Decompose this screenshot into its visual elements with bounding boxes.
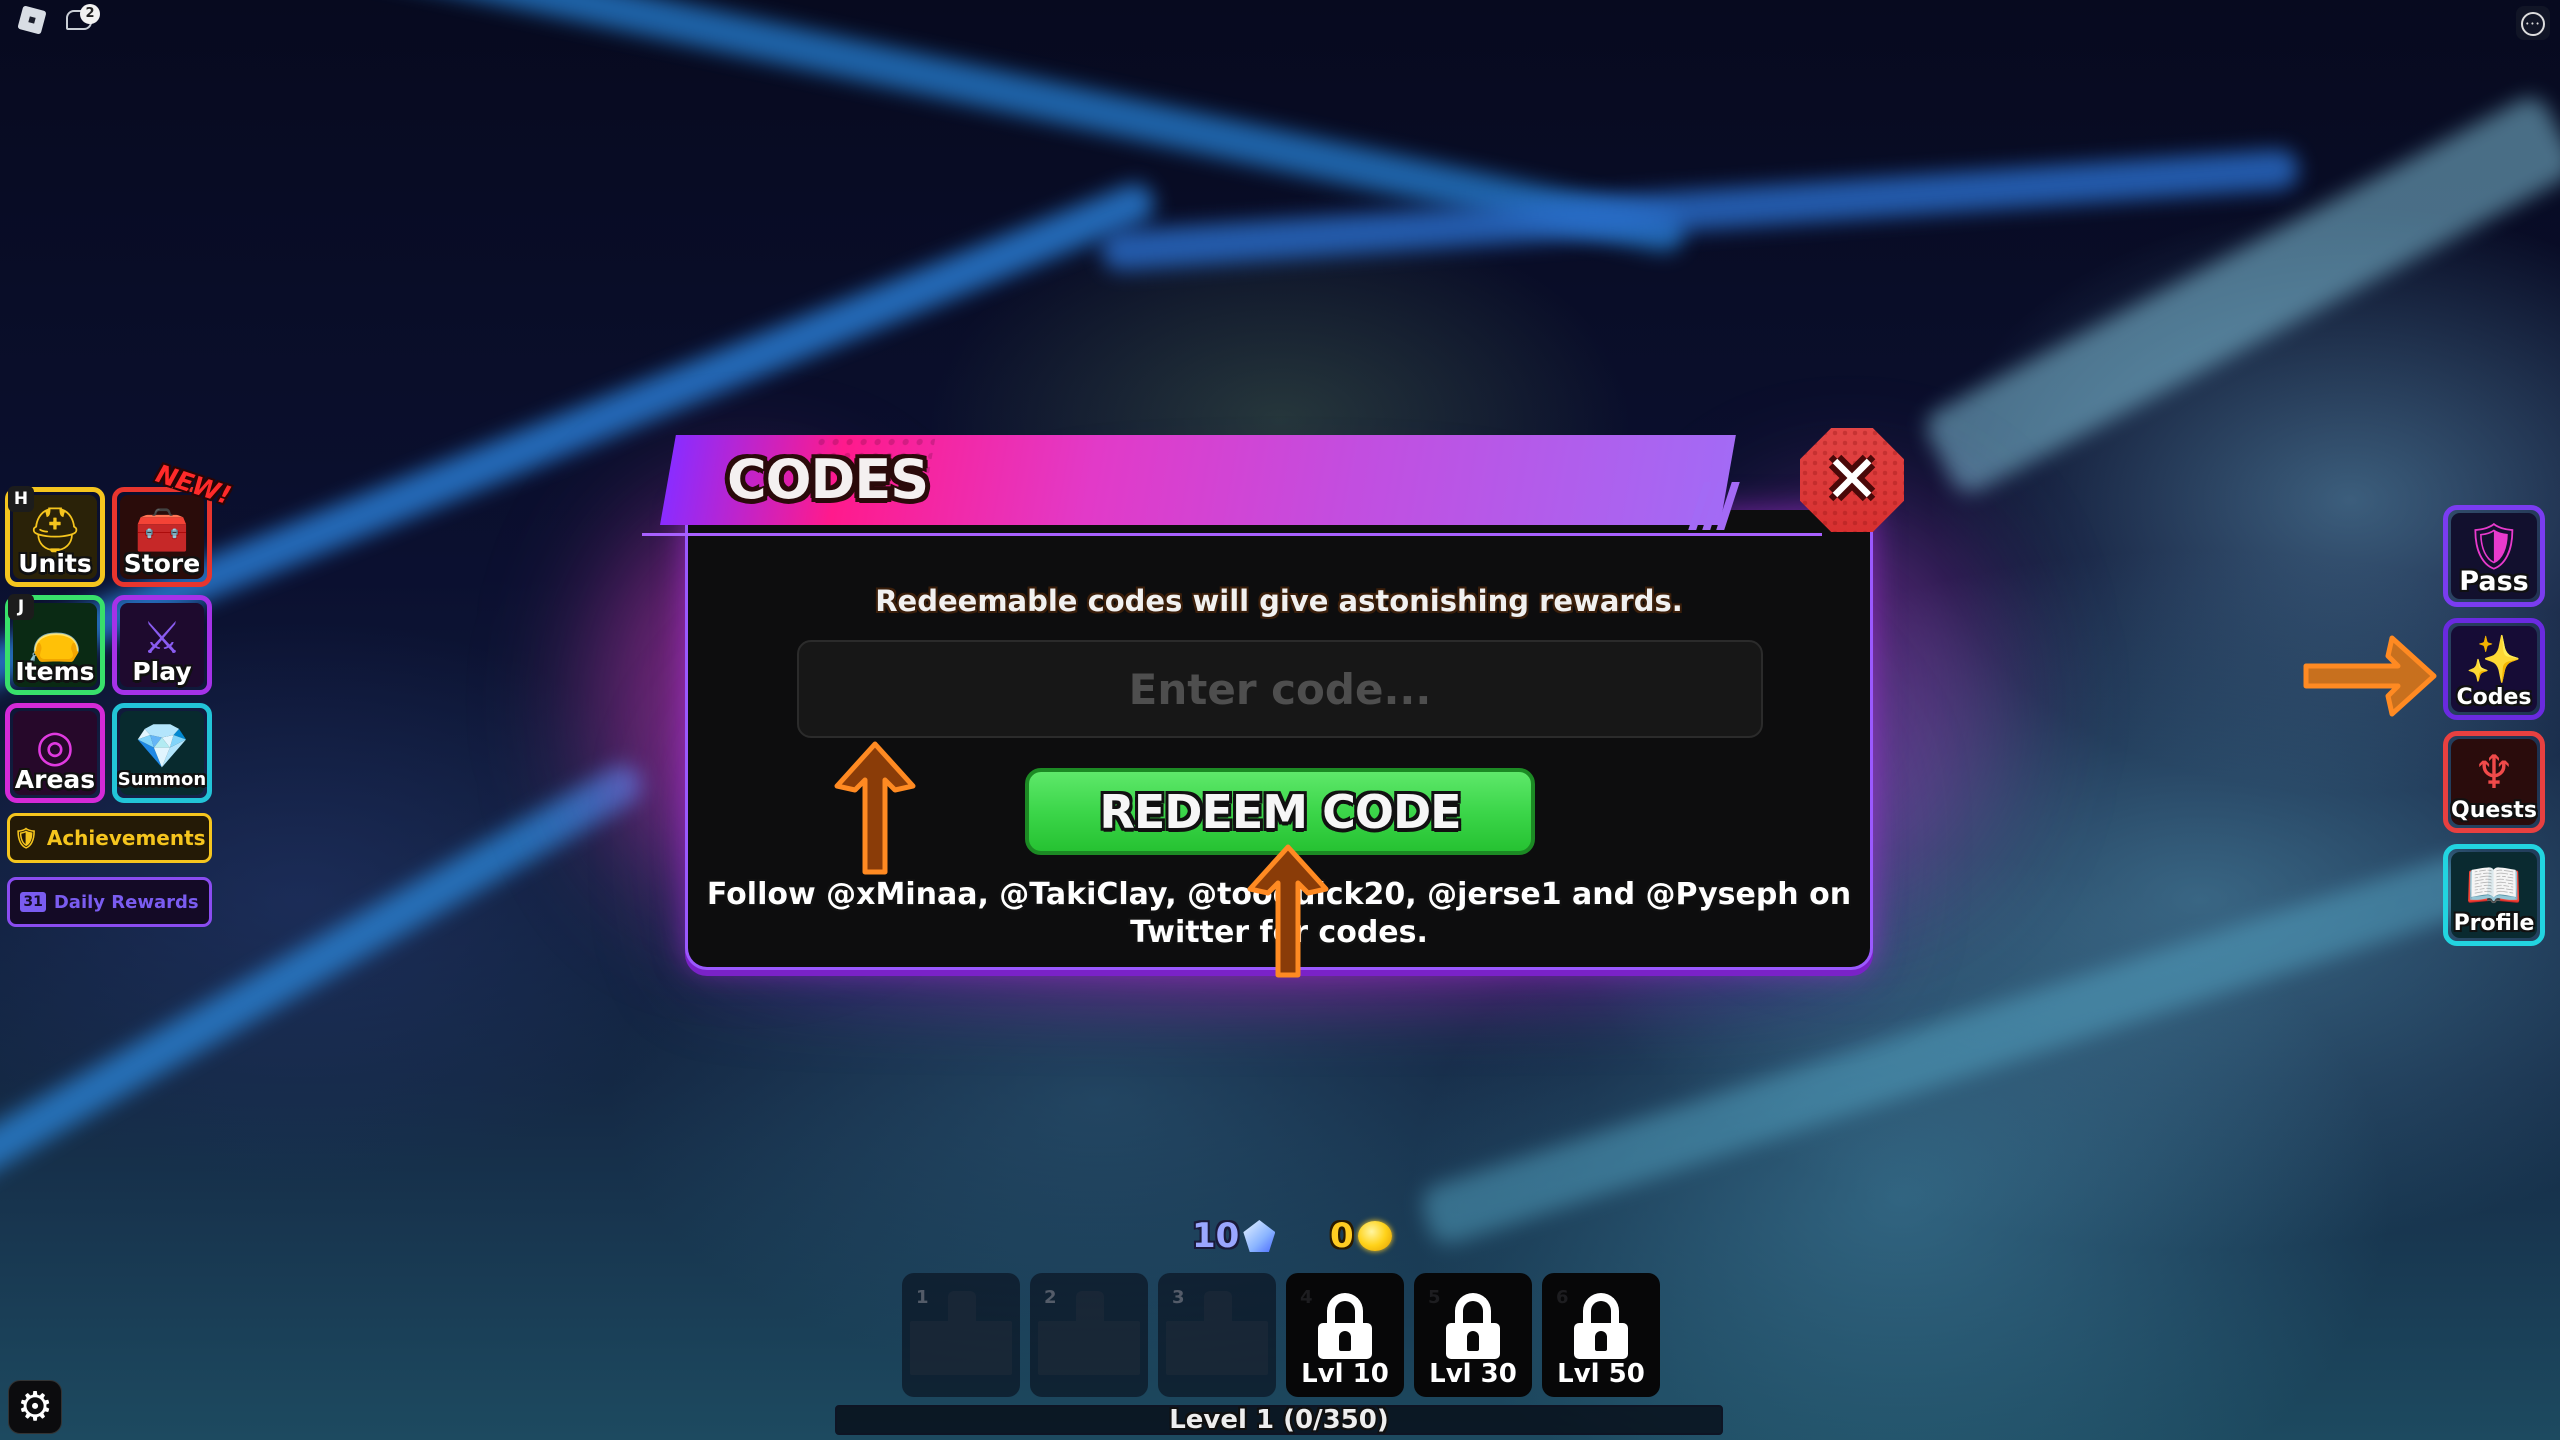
- profile-label: Profile: [2453, 911, 2535, 936]
- codes-title: CODES: [727, 448, 929, 511]
- unlock-level-label: Lvl 30: [1429, 1359, 1517, 1389]
- winged-shield-icon: 🛡: [2464, 519, 2524, 573]
- daily-rewards-button[interactable]: 31 Daily Rewards: [7, 877, 212, 927]
- play-label: Play: [132, 657, 192, 686]
- items-button[interactable]: 👝 Items J: [5, 594, 105, 695]
- level-text: Level 1 (0/350): [1169, 1405, 1389, 1435]
- close-x-icon[interactable]: ✕: [1800, 428, 1904, 532]
- calendar-icon: 31: [20, 892, 46, 912]
- summon-button[interactable]: 💎 Summon: [112, 703, 212, 803]
- units-label: Units: [18, 549, 92, 578]
- items-label: Items: [15, 657, 95, 686]
- pass-label: Pass: [2459, 566, 2529, 597]
- diamond-icon: 💎: [134, 721, 190, 772]
- lock-icon: [1446, 1293, 1500, 1359]
- store-button[interactable]: 🧰 Store: [112, 487, 212, 587]
- pass-button[interactable]: 🛡 Pass: [2443, 505, 2545, 607]
- orange-pointer-arrow-icon: [834, 741, 916, 875]
- redeem-code-button[interactable]: REDEEM CODE: [1025, 768, 1535, 855]
- chat-badge: 2: [80, 4, 100, 24]
- orange-pointer-arrow-icon: [2303, 635, 2437, 717]
- gems-count: 10: [1192, 1216, 1240, 1256]
- unit-placeholder-icon: [1166, 1291, 1268, 1375]
- level-progress-bar: Level 1 (0/350): [835, 1405, 1723, 1435]
- orange-pointer-arrow-icon: [1247, 844, 1329, 978]
- winged-shield-icon: 🛡: [13, 826, 39, 850]
- coin-icon: [1357, 1221, 1392, 1251]
- unlock-level-label: Lvl 50: [1557, 1359, 1645, 1389]
- quests-button[interactable]: ♆ Quests: [2443, 731, 2545, 833]
- codes-button[interactable]: ✨ Codes: [2443, 618, 2545, 720]
- hotkey-h: H: [8, 486, 34, 512]
- coins-display: 0: [1330, 1216, 1392, 1256]
- codes-subtitle: Redeemable codes will give astonishing r…: [875, 584, 1683, 618]
- coins-count: 0: [1330, 1216, 1354, 1256]
- achievements-button[interactable]: 🛡 Achievements: [7, 813, 212, 863]
- quests-label: Quests: [2451, 798, 2537, 823]
- areas-button[interactable]: ◎ Areas: [5, 703, 105, 803]
- profile-button[interactable]: 📖 Profile: [2443, 844, 2545, 946]
- store-label: Store: [123, 549, 201, 578]
- achievements-label: Achievements: [46, 826, 206, 850]
- settings-button[interactable]: ⚙: [8, 1380, 62, 1434]
- quest-flame-icon: ♆: [2473, 745, 2515, 799]
- hotbar-slot-3[interactable]: 3: [1158, 1273, 1276, 1397]
- unit-placeholder-icon: [910, 1291, 1012, 1375]
- units-button[interactable]: ⛑ Units H: [5, 486, 105, 587]
- hotbar-slot-5-locked[interactable]: 5 Lvl 30: [1414, 1273, 1532, 1397]
- gear-icon: ⚙: [17, 1384, 53, 1430]
- codes-label: Codes: [2456, 685, 2532, 710]
- areas-label: Areas: [14, 765, 96, 794]
- code-input[interactable]: [797, 640, 1763, 738]
- hotbar-slot-4-locked[interactable]: 4 Lvl 10: [1286, 1273, 1404, 1397]
- daily-rewards-label: Daily Rewards: [53, 891, 199, 913]
- header-stripes-decoration: [1688, 482, 1750, 530]
- hotkey-j: J: [8, 594, 34, 620]
- more-options-icon[interactable]: [2516, 6, 2550, 40]
- hotbar-slot-6-locked[interactable]: 6 Lvl 50: [1542, 1273, 1660, 1397]
- play-button[interactable]: ⚔ Play: [112, 595, 212, 695]
- book-icon: 📖: [2465, 858, 2523, 912]
- stars-burst-icon: ✨: [2465, 632, 2523, 686]
- hotbar-slot-2[interactable]: 2: [1030, 1273, 1148, 1397]
- gems-display: 10: [1192, 1216, 1276, 1256]
- hotbar-slot-1[interactable]: 1: [902, 1273, 1020, 1397]
- gem-icon: [1243, 1220, 1276, 1252]
- unlock-level-label: Lvl 10: [1301, 1359, 1389, 1389]
- summon-label: Summon: [117, 769, 207, 790]
- unit-placeholder-icon: [1038, 1291, 1140, 1375]
- lock-icon: [1574, 1293, 1628, 1359]
- lock-icon: [1318, 1293, 1372, 1359]
